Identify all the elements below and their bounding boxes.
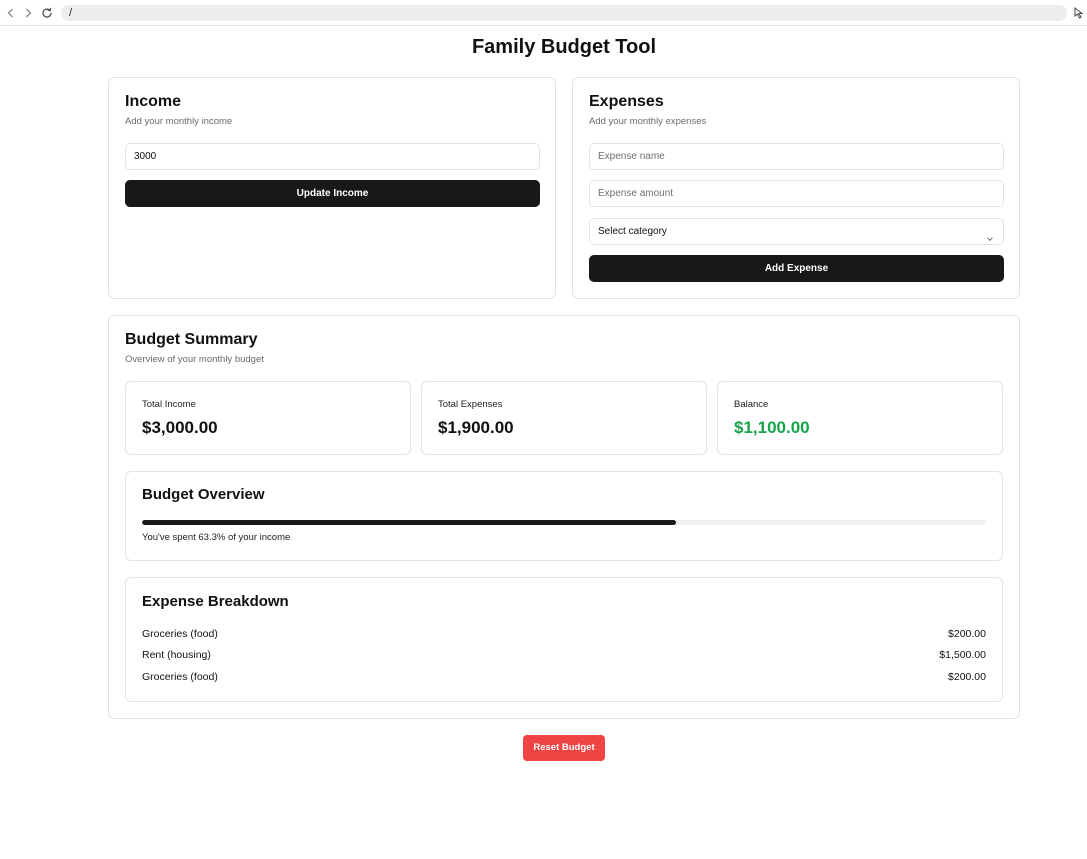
expenses-description: Add your monthly expenses — [589, 116, 707, 127]
total-income-stat: Total Income $3,000.00 — [125, 381, 411, 455]
total-expenses-stat: Total Expenses $1,900.00 — [421, 381, 707, 455]
budget-progress-fill — [142, 520, 677, 525]
expenses-title: Expenses — [589, 93, 664, 110]
expenses-card: Expenses Add your monthly expenses Expen… — [572, 77, 1020, 299]
category-select-value: Select category — [598, 226, 667, 237]
chevron-down-icon — [986, 228, 994, 242]
update-income-button[interactable]: Update Income — [125, 180, 540, 207]
expense-amount-input[interactable]: Expense amount — [589, 180, 1004, 207]
expense-item-label: Groceries (food) — [142, 671, 218, 683]
summary-description: Overview of your monthly budget — [125, 354, 264, 365]
page-title: Family Budget Tool — [471, 36, 657, 58]
stat-label: Balance — [734, 399, 769, 410]
expense-item-label: Rent (housing) — [142, 649, 211, 661]
browser-toolbar: / — [0, 0, 1087, 26]
income-description: Add your monthly income — [125, 116, 233, 127]
income-title: Income — [125, 93, 182, 110]
stat-value: $3,000.00 — [142, 418, 218, 437]
back-icon[interactable] — [4, 6, 18, 20]
forward-icon[interactable] — [21, 6, 35, 20]
stat-label: Total Income — [142, 399, 196, 410]
breakdown-title: Expense Breakdown — [142, 593, 289, 610]
address-bar[interactable]: / — [61, 5, 1067, 21]
stat-label: Total Expenses — [438, 399, 503, 410]
spent-text: You've spent 63.3% of your income — [142, 532, 291, 543]
budget-overview-card: Budget Overview You've spent 63.3% of yo… — [125, 471, 1003, 561]
budget-summary-card: Budget Summary Overview of your monthly … — [108, 315, 1020, 719]
reset-budget-button[interactable]: Reset Budget — [523, 735, 605, 761]
category-select[interactable]: Select category — [589, 218, 1004, 245]
overview-title: Budget Overview — [142, 486, 265, 503]
balance-value: $1,100.00 — [734, 418, 810, 437]
expense-item-label: Groceries (food) — [142, 628, 218, 640]
income-input[interactable]: 3000 — [125, 143, 540, 170]
reload-icon[interactable] — [40, 6, 54, 20]
stat-value: $1,900.00 — [438, 418, 514, 437]
expense-item-amount: $200.00 — [948, 628, 986, 640]
income-card: Income Add your monthly income 3000 Upda… — [108, 77, 556, 299]
cursor-extension-icon[interactable] — [1073, 6, 1085, 20]
expense-item-amount: $200.00 — [948, 671, 986, 683]
expense-breakdown-card: Expense Breakdown Groceries (food) $200.… — [125, 577, 1003, 702]
expense-item-amount: $1,500.00 — [939, 649, 986, 661]
balance-stat: Balance $1,100.00 — [717, 381, 1003, 455]
add-expense-button[interactable]: Add Expense — [589, 255, 1004, 282]
summary-title: Budget Summary — [125, 331, 258, 348]
expense-name-input[interactable]: Expense name — [589, 143, 1004, 170]
budget-progress-bar — [142, 520, 986, 525]
